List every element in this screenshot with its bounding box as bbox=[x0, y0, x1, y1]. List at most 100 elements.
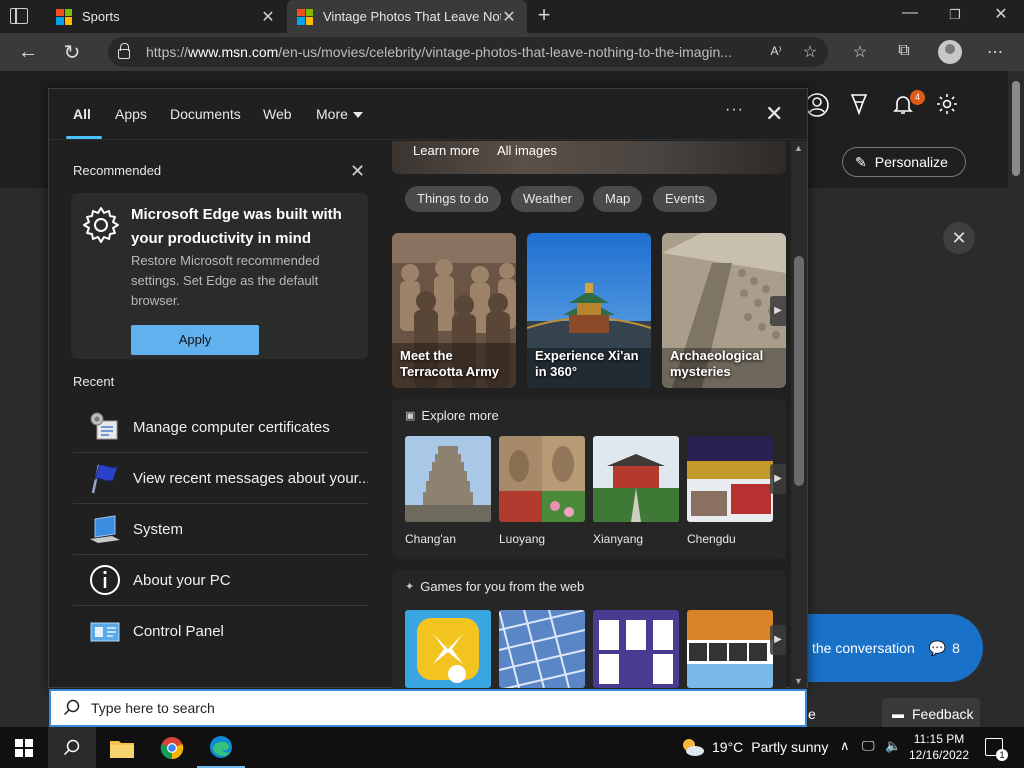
taskbar-search-box[interactable] bbox=[49, 689, 807, 727]
place-luoyang[interactable]: Luoyang bbox=[499, 436, 585, 546]
search-input[interactable] bbox=[91, 700, 691, 716]
rewards-icon[interactable] bbox=[846, 92, 872, 118]
network-icon[interactable]: 🖵 bbox=[862, 738, 875, 754]
sparkle-icon: ✎ bbox=[855, 153, 867, 170]
place-label: Chengdu bbox=[687, 532, 736, 546]
search-button[interactable] bbox=[48, 727, 96, 768]
card-label: Archaeological mysteries bbox=[670, 348, 764, 379]
tab-close-icon[interactable]: ✕ bbox=[501, 7, 517, 27]
collections-icon[interactable]: ⧉ bbox=[892, 42, 916, 60]
tab-sports[interactable]: Sports ✕ bbox=[46, 0, 286, 33]
recent-item-control-panel[interactable]: Control Panel bbox=[73, 606, 368, 657]
edge-button[interactable] bbox=[197, 727, 245, 768]
tab-apps[interactable]: Apps bbox=[115, 106, 147, 122]
recent-item-label: Control Panel bbox=[133, 623, 224, 640]
close-panel-icon[interactable]: ✕ bbox=[765, 101, 783, 127]
minimize-icon[interactable]: — bbox=[895, 4, 925, 22]
card-label: Meet the Terracotta Army bbox=[400, 348, 499, 379]
feedback-button[interactable]: ▬ Feedback bbox=[882, 698, 980, 730]
comment-icon: 💬 bbox=[928, 639, 947, 656]
notification-center-icon[interactable]: 1 bbox=[985, 738, 1008, 761]
dismiss-recommended-icon[interactable]: ✕ bbox=[350, 161, 365, 182]
personalize-button[interactable]: ✎ Personalize bbox=[842, 147, 966, 177]
show-hidden-icons-icon[interactable]: ∧ bbox=[840, 738, 850, 754]
place-chengdu[interactable]: Chengdu bbox=[687, 436, 773, 546]
tab-documents[interactable]: Documents bbox=[170, 106, 241, 122]
profile-avatar[interactable] bbox=[938, 40, 962, 64]
all-images-link[interactable]: All images bbox=[497, 143, 557, 158]
chip-things-to-do[interactable]: Things to do bbox=[405, 186, 501, 212]
chip-weather[interactable]: Weather bbox=[511, 186, 584, 212]
results-scroll-thumb[interactable] bbox=[794, 256, 804, 486]
volume-icon[interactable]: 🔈 bbox=[885, 738, 901, 754]
page-scrollbar[interactable] bbox=[1008, 71, 1024, 727]
more-options-icon[interactable]: ··· bbox=[725, 101, 744, 119]
url-field[interactable]: https://www.msn.com/en-us/movies/celebri… bbox=[108, 37, 828, 67]
file-explorer-button[interactable] bbox=[98, 727, 146, 768]
recent-item-messages[interactable]: View recent messages about your... bbox=[73, 453, 368, 504]
tab-vintage-photos[interactable]: Vintage Photos That Leave Nothing to the… bbox=[287, 0, 527, 33]
chip-events[interactable]: Events bbox=[653, 186, 717, 212]
chip-map[interactable]: Map bbox=[593, 186, 643, 212]
learn-more-link[interactable]: Learn more bbox=[413, 143, 479, 158]
explore-next-icon[interactable]: ▶ bbox=[770, 464, 786, 494]
join-conversation-button[interactable]: the conversation 💬 8 bbox=[790, 614, 983, 682]
tab-web[interactable]: Web bbox=[263, 106, 292, 122]
msn-favicon-icon bbox=[297, 8, 313, 25]
tab-more[interactable]: More bbox=[316, 106, 363, 122]
games-next-icon[interactable]: ▶ bbox=[770, 625, 786, 655]
recommended-card: Microsoft Edge was built with your produ… bbox=[71, 193, 368, 359]
window-close-icon[interactable]: ✕ bbox=[986, 4, 1016, 24]
place-label: Luoyang bbox=[499, 532, 546, 546]
clock[interactable]: 11:15 PM 12/16/2022 bbox=[908, 731, 970, 763]
url-text[interactable]: https://www.msn.com/en-us/movies/celebri… bbox=[146, 44, 756, 60]
card-terracotta-army[interactable]: Meet the Terracotta Army bbox=[392, 233, 516, 388]
start-button[interactable] bbox=[0, 727, 48, 768]
temperature: 19°C bbox=[712, 739, 744, 755]
chrome-button[interactable] bbox=[148, 727, 196, 768]
place-xianyang[interactable]: Xianyang bbox=[593, 436, 679, 546]
back-icon[interactable]: ← bbox=[14, 38, 42, 66]
games-label: Games for you from the web bbox=[420, 579, 585, 594]
tab-close-icon[interactable]: ✕ bbox=[260, 7, 276, 27]
game-tile-1[interactable] bbox=[405, 610, 491, 688]
card-xian-360[interactable]: Experience Xi'an in 360° bbox=[527, 233, 651, 388]
tab-all[interactable]: All bbox=[73, 106, 91, 122]
settings-more-icon[interactable]: ⋯ bbox=[983, 42, 1007, 62]
certificate-icon bbox=[90, 412, 118, 440]
laptop-icon bbox=[90, 515, 120, 543]
place-changan[interactable]: Chang'an bbox=[405, 436, 491, 546]
conversation-label: the conversation bbox=[812, 640, 915, 656]
msn-favicon-icon bbox=[56, 8, 72, 25]
settings-gear-icon[interactable] bbox=[934, 92, 960, 118]
new-tab-icon[interactable]: + bbox=[534, 2, 554, 28]
lock-icon[interactable] bbox=[118, 43, 130, 59]
favorites-icon[interactable]: ☆ bbox=[848, 42, 872, 62]
card-archaeological-mysteries[interactable]: Archaeological mysteries bbox=[662, 233, 786, 388]
cards-next-icon[interactable]: ▶ bbox=[770, 296, 786, 326]
add-favorite-icon[interactable]: ☆ bbox=[798, 42, 822, 62]
recent-item-certificates[interactable]: Manage computer certificates bbox=[73, 402, 368, 453]
chevron-down-icon bbox=[352, 112, 363, 119]
game-tile-4[interactable] bbox=[687, 610, 773, 688]
page-scroll-thumb[interactable] bbox=[1012, 81, 1020, 176]
changan-pagoda-image bbox=[405, 436, 491, 522]
tab-actions-icon[interactable] bbox=[10, 8, 28, 24]
scroll-up-icon[interactable]: ▲ bbox=[794, 143, 803, 153]
game-tile-3[interactable] bbox=[593, 610, 679, 688]
weather-widget[interactable]: 19°C Partly sunny bbox=[680, 737, 828, 757]
restore-icon[interactable]: ❐ bbox=[940, 7, 970, 23]
clock-date: 12/16/2022 bbox=[908, 748, 970, 762]
scroll-down-icon[interactable]: ▼ bbox=[794, 676, 803, 686]
apply-button[interactable]: Apply bbox=[131, 325, 259, 355]
game-tile-2[interactable] bbox=[499, 610, 585, 688]
recent-item-about-pc[interactable]: About your PC bbox=[73, 555, 368, 606]
results-scrollbar[interactable]: ▲ ▼ bbox=[791, 141, 807, 689]
recent-item-label: View recent messages about your... bbox=[133, 469, 368, 487]
recent-item-system[interactable]: System bbox=[73, 504, 368, 555]
windows-logo-icon bbox=[15, 738, 33, 757]
dismiss-close-icon[interactable]: ✕ bbox=[943, 222, 975, 254]
refresh-icon[interactable]: ↻ bbox=[58, 38, 86, 66]
games-icon: ✦ bbox=[405, 581, 415, 593]
read-aloud-icon[interactable]: A⁾ bbox=[764, 44, 788, 58]
